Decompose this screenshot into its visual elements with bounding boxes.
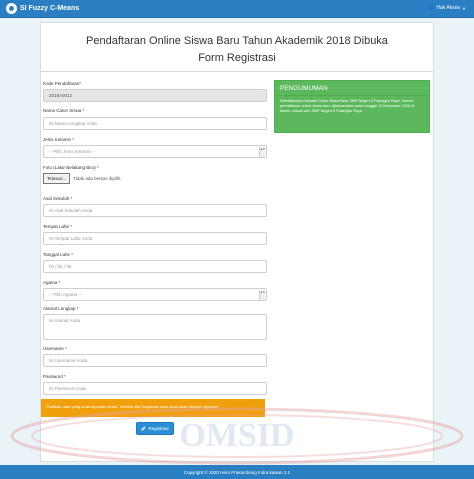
announcement-body: Diberitahukan kepada Calon Siswa Baru SM… (280, 99, 415, 114)
registrasi-button[interactable]: Registrasi (136, 422, 174, 435)
page-subtitle: Form Registrasi (198, 52, 276, 64)
edit-icon (141, 426, 146, 431)
footer: Copyright © 2020 Hero Prakambang Indra k… (0, 465, 474, 479)
announcement-box: PENGUMUMAN Diberitahukan kepada Calon Si… (274, 80, 430, 133)
footer-copyright: Copyright © 2020 Hero Prakambang Indra k… (183, 469, 291, 475)
registration-panel: Pendaftaran Online Siswa Baru Tahun Akad… (40, 22, 434, 462)
file-status: Tidak ada berkas dipilih. (73, 176, 122, 181)
password-label: Password * (43, 374, 66, 379)
tempat-input[interactable]: Isi Tempat Lahir Anda (43, 232, 267, 245)
user-icon: 👤 (428, 5, 435, 11)
foto-label: Foto (Latar Belakang Biru) * (43, 165, 99, 170)
announcement-heading: PENGUMUMAN (275, 81, 429, 96)
user-menu[interactable]: 👤 Hak Akses ▼ (428, 5, 466, 11)
tanggal-input[interactable]: hh / bb / tttt (43, 260, 267, 273)
user-menu-label: Hak Akses (436, 5, 461, 11)
sekolah-input[interactable]: Isi Asal Sekolah Anda (43, 204, 267, 217)
jk-label: Jenis Kelamin * (43, 137, 75, 142)
top-navbar: SI Fuzzy C-Means 👤 Hak Akses ▼ (0, 0, 474, 18)
nama-input[interactable]: Isi Nama Lengkap Anda (43, 117, 267, 130)
alamat-textarea[interactable]: Isi Alamat Anda (43, 314, 267, 340)
tanggal-label: Tanggal Lahir * (43, 252, 74, 257)
foto-file-input: Telusuri... Tidak ada berkas dipilih. (43, 173, 122, 184)
password-input[interactable]: Isi Password Anda (43, 382, 267, 395)
brand[interactable]: SI Fuzzy C-Means (6, 3, 79, 14)
username-label: Username * (43, 346, 67, 351)
sekolah-label: Asal Sekolah * (43, 196, 73, 201)
username-input[interactable]: Isi Username Anda (43, 354, 267, 367)
brand-logo-icon (6, 3, 17, 14)
divider (41, 71, 433, 72)
kode-field: 2018A0012 (43, 89, 267, 102)
jk-select[interactable]: -- Pilih Jenis Kelamin -- (43, 145, 267, 158)
registrasi-label: Registrasi (148, 426, 169, 431)
agama-label: Agama * (43, 280, 61, 285)
warning-notice: Pastikan data yang anda inputkan benar. … (41, 399, 265, 417)
nama-label: Nama Calon Siswa * (43, 108, 85, 113)
page-title: Pendaftaran Online Siswa Baru Tahun Akad… (86, 35, 388, 47)
caret-down-icon: ▼ (462, 5, 466, 11)
tempat-label: Tempat Lahir * (43, 224, 73, 229)
kode-label: Kode Pendaftaran* (43, 81, 82, 86)
agama-select[interactable]: -- Pilih Agama -- (43, 288, 267, 301)
browse-button[interactable]: Telusuri... (43, 173, 71, 184)
brand-name: SI Fuzzy C-Means (20, 5, 80, 12)
alamat-label: Alamat Lengkap * (43, 306, 79, 311)
